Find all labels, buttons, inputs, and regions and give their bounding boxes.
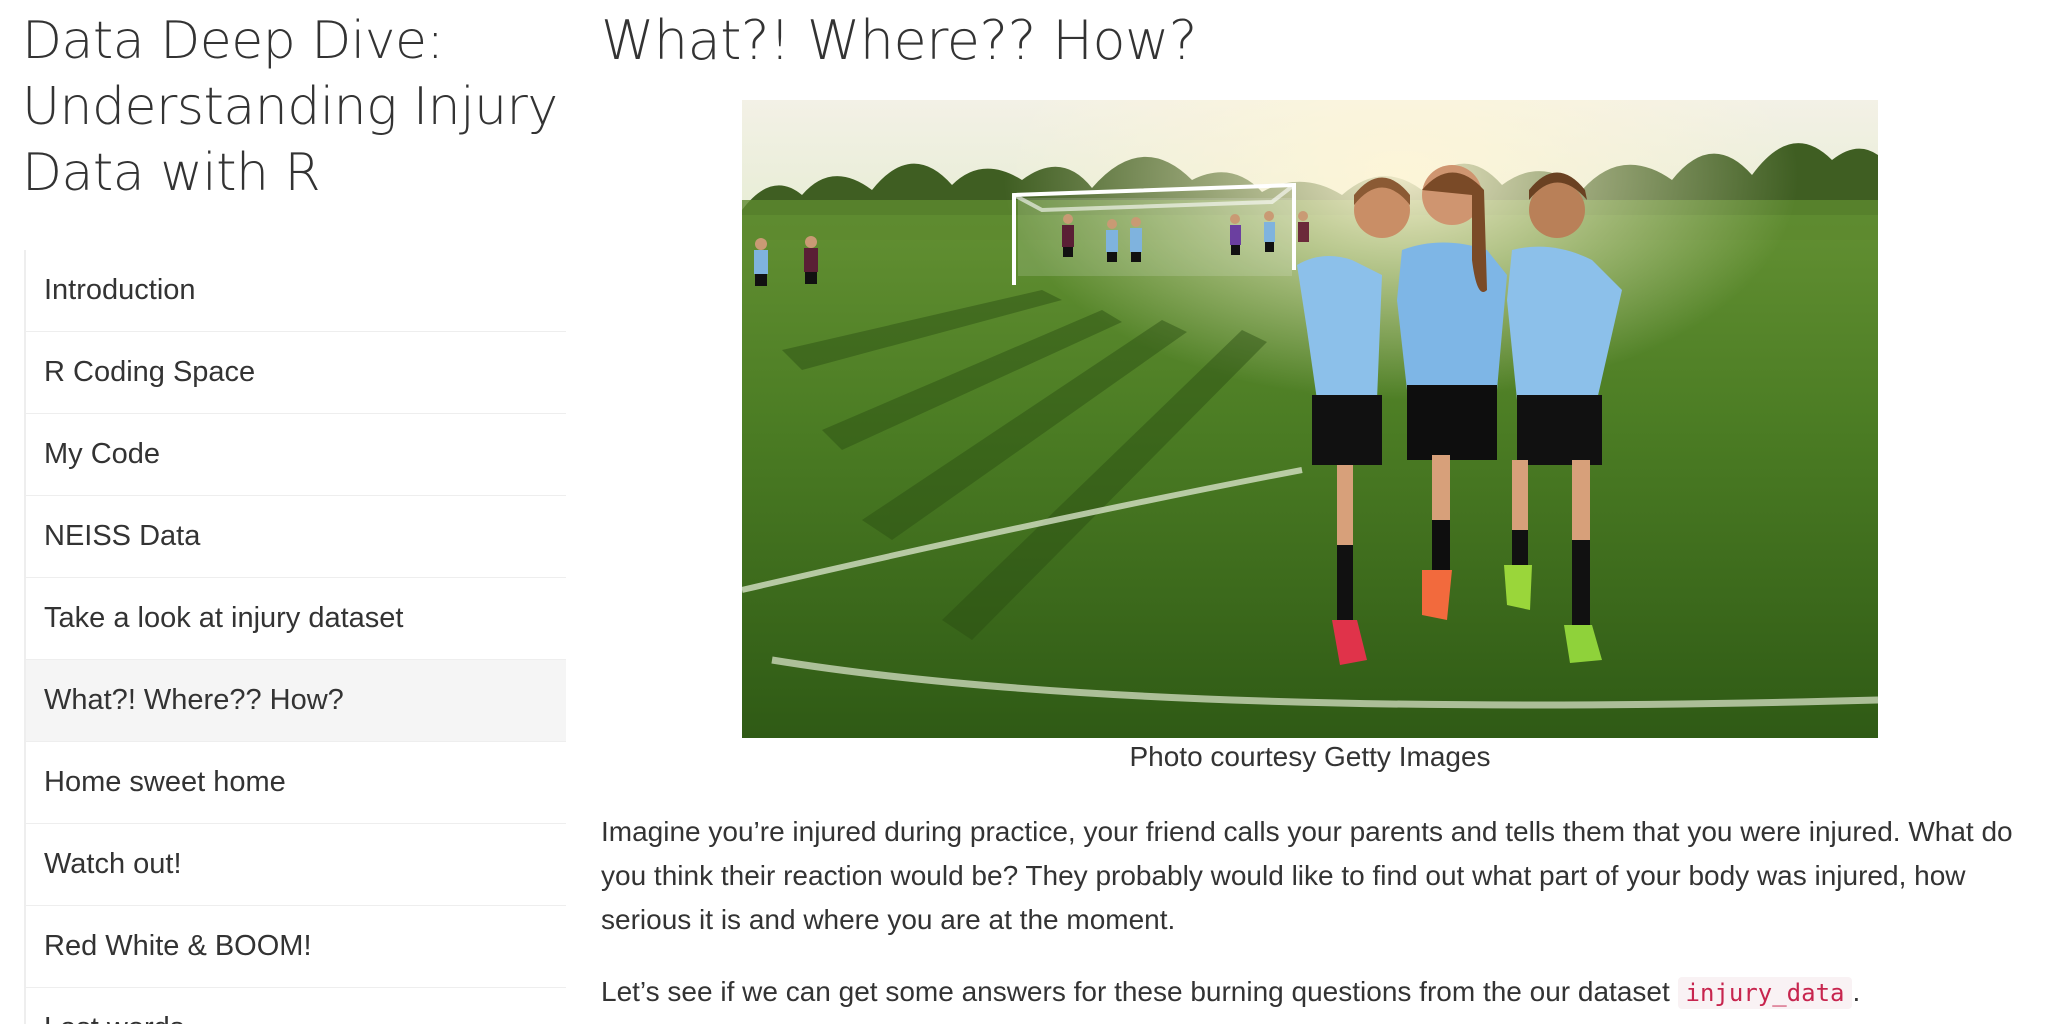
soccer-photo [742,100,1878,738]
table-of-contents: Introduction R Coding Space My Code NEIS… [24,250,566,1024]
page: Data Deep Dive: Understanding Injury Dat… [0,0,2050,1024]
toc-item-home-sweet-home[interactable]: Home sweet home [26,742,566,824]
toc-item-introduction[interactable]: Introduction [26,250,566,332]
toc-item-what-where-how[interactable]: What?! Where?? How? [26,660,566,742]
image-caption: Photo courtesy Getty Images [1129,741,1491,772]
toc-item-watch-out[interactable]: Watch out! [26,824,566,906]
main-content: What?! Where?? How? Photo courtesy Getty… [601,0,2021,1024]
toc-item-r-coding-space[interactable]: R Coding Space [26,332,566,414]
inline-code-dataset: injury_data [1677,977,1853,1009]
paragraph-dataset: Let’s see if we can get some answers for… [601,970,2021,1015]
paragraph-dataset-end: . [1852,976,1861,1007]
section-heading: What?! Where?? How? [601,9,1197,72]
paragraph-intro: Imagine you’re injured during practice, … [601,816,2013,935]
site-title: Data Deep Dive: Understanding Injury Dat… [22,11,558,203]
toc-item-last-words[interactable]: Last words [26,988,566,1024]
toc-item-red-white-boom[interactable]: Red White & BOOM! [26,906,566,988]
toc-item-take-a-look[interactable]: Take a look at injury dataset [26,578,566,660]
sidebar: Data Deep Dive: Understanding Injury Dat… [0,0,566,1024]
toc-item-neiss-data[interactable]: NEISS Data [26,496,566,578]
paragraph-dataset-text: Let’s see if we can get some answers for… [601,976,1678,1007]
toc-item-my-code[interactable]: My Code [26,414,566,496]
